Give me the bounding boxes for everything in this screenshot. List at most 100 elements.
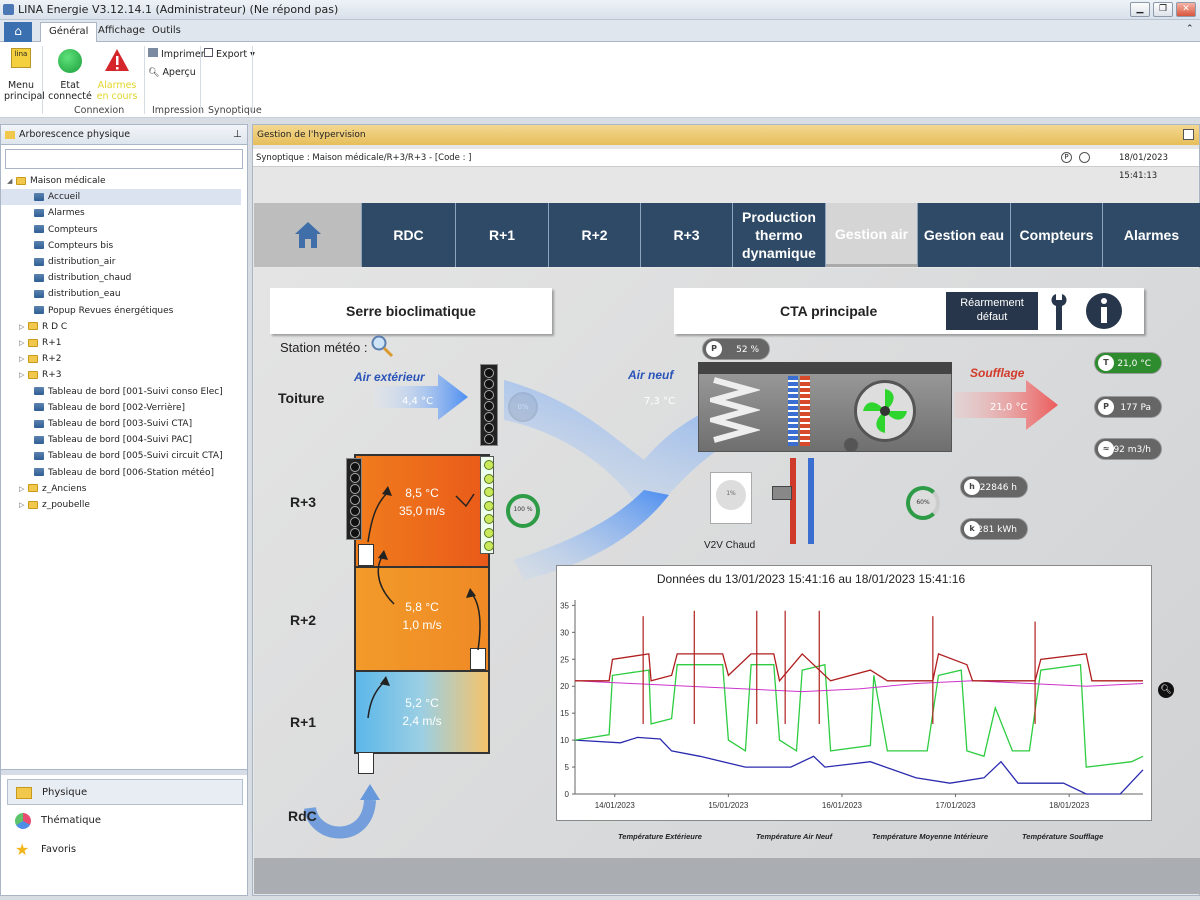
expand-arrow-icon[interactable]: ▷ — [19, 367, 28, 383]
nav-favoris[interactable]: ★ Favoris — [7, 837, 243, 863]
hours-pill: h 22846 h — [960, 476, 1028, 498]
pin-icon[interactable]: ⊥ — [233, 125, 242, 145]
tab-outils[interactable]: Outils — [144, 22, 189, 42]
tree-item[interactable]: Accueil — [1, 189, 241, 206]
tree-item[interactable]: distribution_chaud — [1, 270, 241, 286]
tree-folder[interactable]: ▷ R D C — [1, 319, 241, 335]
tree-folder[interactable]: ▷ R+2 — [1, 351, 241, 367]
group-synoptique: Synoptique — [208, 105, 262, 116]
tree-item[interactable]: Tableau de bord [004-Suivi PAC] — [1, 432, 241, 448]
synoptic-icon — [34, 435, 44, 444]
expand-arrow-icon[interactable]: ▷ — [19, 335, 28, 351]
nav-thematique[interactable]: Thématique — [7, 808, 243, 834]
etat-connecte-button[interactable]: Etat connecté — [48, 44, 92, 102]
tree-item[interactable]: Tableau de bord [003-Suivi CTA] — [1, 416, 241, 432]
hours-value: 22846 h — [979, 483, 1017, 493]
nav-tab-gestion-eau[interactable]: Gestion eau — [918, 203, 1011, 267]
tree-item[interactable]: Tableau de bord [006-Station météo] — [1, 465, 241, 481]
imprimer-button[interactable]: Imprimer — [148, 48, 205, 62]
louver — [484, 434, 494, 444]
printer-icon — [148, 48, 158, 57]
station-search-icon[interactable] — [370, 334, 394, 358]
tree-item[interactable]: distribution_air — [1, 254, 241, 270]
nav-tab-r3[interactable]: R+3 — [641, 203, 733, 267]
r3-gauge-value: 100 % — [513, 506, 533, 513]
etat-connecte-label: Etat connecté — [48, 80, 92, 102]
apercu-button[interactable]: 🔍︎ Aperçu — [148, 67, 196, 81]
close-button[interactable]: ✕ — [1176, 2, 1196, 17]
tree-item[interactable]: Tableau de bord [005-Suivi circuit CTA] — [1, 448, 241, 464]
tree-folder[interactable]: ▷ z_poubelle — [1, 497, 241, 513]
tree-item[interactable]: distribution_eau — [1, 286, 241, 302]
chart-panel: Données du 13/01/2023 15:41:16 au 18/01/… — [556, 565, 1152, 821]
tree-item-label: Tableau de bord [005-Suivi circuit CTA] — [48, 451, 223, 462]
clock-icon — [1079, 152, 1090, 163]
tab-general[interactable]: Général — [40, 22, 98, 42]
minimize-button[interactable]: ▁ — [1130, 2, 1150, 17]
tree-item-label: distribution_air — [48, 257, 116, 267]
home-menu-button[interactable]: ⌂ — [4, 22, 32, 42]
louver — [484, 368, 494, 378]
louver — [484, 412, 494, 422]
nav-tab-rdc[interactable]: RDC — [362, 203, 456, 267]
tree-item[interactable]: Compteurs bis — [1, 238, 241, 254]
x-tick-label: 14/01/2023 — [595, 801, 636, 810]
synoptic-icon — [34, 257, 44, 266]
tree-item[interactable]: Tableau de bord [002-Verrière] — [1, 400, 241, 416]
louver — [484, 423, 494, 433]
expand-arrow-icon[interactable]: ▷ — [19, 481, 28, 497]
expand-arrow-icon[interactable]: ▷ — [19, 497, 28, 513]
valve-actuator — [772, 486, 792, 500]
tree-item[interactable]: Alarmes — [1, 205, 241, 221]
tree-item[interactable]: Popup Revues énergétiques — [1, 303, 241, 319]
nav-physique[interactable]: Physique — [7, 779, 243, 805]
rearmement-button[interactable]: Réarmement défaut — [946, 292, 1038, 330]
cta-pression-pill: P 52 % — [702, 338, 770, 360]
y-tick-label: 5 — [565, 763, 570, 772]
wrench-icon[interactable] — [1046, 292, 1076, 332]
temp-soufflage-pill: T 21,0 °C — [1094, 352, 1162, 374]
cold-pipe — [808, 458, 814, 544]
maximize-view-icon[interactable] — [1183, 129, 1194, 140]
tree-folder[interactable]: ▷ R+1 — [1, 335, 241, 351]
nav-tab-alarmes[interactable]: Alarmes — [1103, 203, 1200, 267]
tree-item[interactable]: Compteurs — [1, 222, 241, 238]
series-line-2 — [574, 680, 1144, 693]
export-label: Export — [216, 49, 248, 60]
chart-zoom-icon[interactable]: 🔍︎ — [1158, 682, 1174, 698]
tree-folder[interactable]: ▷ z_Anciens — [1, 481, 241, 497]
splitter[interactable] — [1, 769, 247, 775]
nav-tab-r2[interactable]: R+2 — [549, 203, 641, 267]
menu-principal-button[interactable]: lina Menu principal — [4, 44, 45, 102]
alarms-button[interactable]: Alarmes en cours — [94, 44, 140, 102]
station-meteo-label: Station météo : — [280, 340, 368, 355]
expand-arrow-icon[interactable]: ▷ — [19, 319, 28, 335]
main-panel-title: Gestion de l'hypervision — [257, 130, 366, 140]
tree-item-label: Tableau de bord [004-Suivi PAC] — [48, 435, 192, 446]
expand-arrow-icon[interactable]: ▷ — [19, 351, 28, 367]
info-icon[interactable] — [1084, 290, 1124, 332]
y-tick-label: 20 — [560, 682, 569, 691]
air-exterieur-label: Air extérieur — [354, 370, 425, 384]
expand-arrow-icon[interactable]: ◢ — [7, 173, 16, 189]
tree-folder[interactable]: ◢ Maison médicale — [1, 173, 241, 189]
tree-item[interactable]: Tableau de bord [001-Suivi conso Elec] — [1, 384, 241, 400]
temp-soufflage-value: 21,0 °C — [1117, 359, 1151, 369]
nav-home-button[interactable] — [254, 203, 362, 267]
collapse-ribbon-icon[interactable]: ⌃ — [1186, 24, 1194, 34]
nav-tab-r1[interactable]: R+1 — [456, 203, 549, 267]
synoptique-nav-bar: RDC R+1 R+2 R+3 Production thermo dynami… — [254, 203, 1200, 267]
tree-item-label: R+1 — [42, 338, 62, 348]
x-tick-label: 17/01/2023 — [936, 801, 977, 810]
nav-tab-compteurs[interactable]: Compteurs — [1011, 203, 1103, 267]
nav-tab-production[interactable]: Production thermo dynamique — [733, 203, 826, 267]
export-button[interactable]: Export ▾ — [204, 48, 255, 62]
tree-folder[interactable]: ▷ R+3 — [1, 367, 241, 383]
pause-icon[interactable]: P — [1061, 152, 1072, 163]
synoptic-icon — [34, 306, 44, 315]
restore-button[interactable]: ❐ — [1153, 2, 1173, 17]
chart-title: Données du 13/01/2023 15:41:16 au 18/01/… — [656, 572, 966, 586]
tree-search-input[interactable] — [5, 149, 243, 169]
cta-pression-value: 52 % — [736, 345, 759, 355]
nav-tab-gestion-air[interactable]: Gestion air — [826, 203, 918, 267]
